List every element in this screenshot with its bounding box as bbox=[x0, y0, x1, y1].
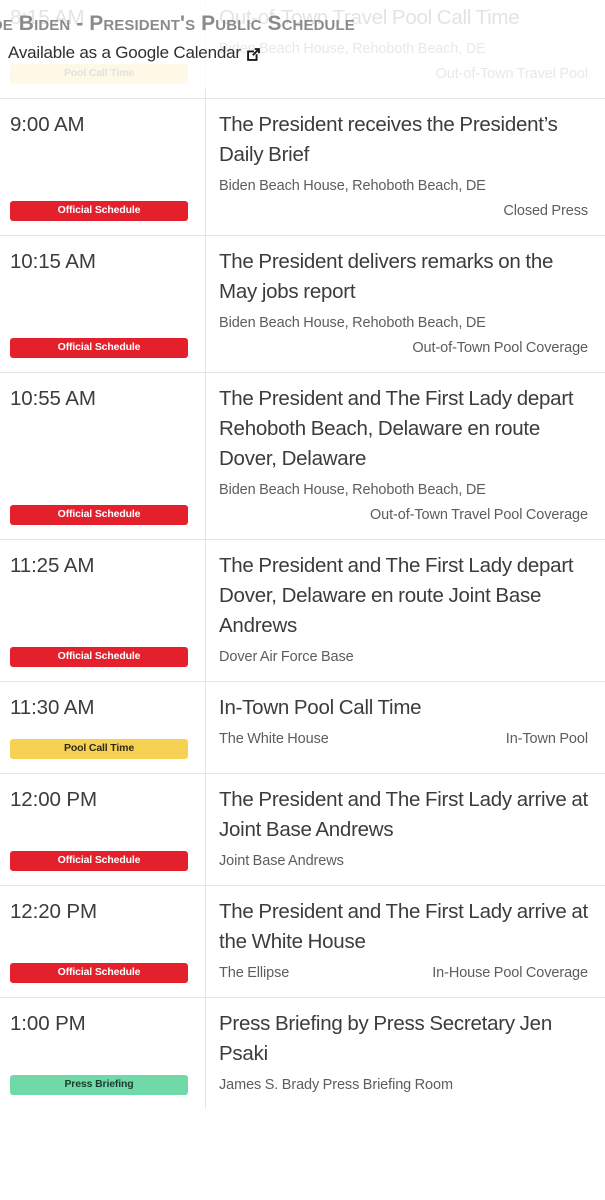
event-press-coverage: In-House Pool Coverage bbox=[432, 965, 588, 981]
event-press-coverage: Out-of-Town Travel Pool Coverage bbox=[369, 507, 588, 523]
schedule-row: 10:55 AM Official Schedule The President a… bbox=[0, 372, 605, 539]
event-category-badge: Official Schedule bbox=[10, 201, 188, 221]
event-time: 1:00 PM bbox=[10, 1012, 86, 1035]
schedule-list: 8:15 AM Pool Call Time Out-of-Town Travel … bbox=[0, 0, 605, 1109]
event-detail-column: The President receives the President’s D… bbox=[206, 99, 605, 235]
event-title: In-Town Pool Call Time bbox=[219, 696, 422, 719]
event-time: 11:30 AM bbox=[10, 696, 95, 719]
event-category-badge: Official Schedule bbox=[10, 963, 188, 983]
event-time: 12:20 PM bbox=[10, 900, 97, 923]
event-badge-wrap: Official Schedule bbox=[10, 505, 195, 525]
event-location: Joint Base Andrews bbox=[219, 853, 344, 869]
event-detail-column: The President and The First Lady depart … bbox=[206, 540, 605, 681]
event-title: Press Briefing by Press Secretary Jen Ps… bbox=[219, 1012, 552, 1065]
event-badge-wrap: Press Briefing bbox=[10, 1075, 195, 1095]
event-category-badge: Pool Call Time bbox=[10, 739, 188, 759]
event-time-column: 10:55 AM Official Schedule bbox=[0, 373, 206, 539]
event-press-coverage: In-Town Pool bbox=[505, 731, 588, 747]
event-detail-column: The President and The First Lady arrive … bbox=[206, 886, 605, 997]
google-calendar-link[interactable]: Available as a Google Calendar bbox=[0, 41, 605, 65]
event-detail-column: In-Town Pool Call Time The White House In-… bbox=[206, 682, 605, 773]
event-time: 10:55 AM bbox=[10, 387, 96, 410]
event-location: Biden Beach House, Rehoboth Beach, DE bbox=[219, 315, 486, 331]
event-time-column: 11:30 AM Pool Call Time bbox=[0, 682, 206, 773]
event-meta-line: The Ellipse In-House Pool Coverage bbox=[219, 962, 588, 984]
event-detail-column: The President and The First Lady arrive … bbox=[206, 774, 605, 885]
event-location: The Ellipse bbox=[219, 965, 290, 981]
event-location: Dover Air Force Base bbox=[219, 649, 354, 665]
event-location: Biden Beach House, Rehoboth Beach, DE bbox=[219, 178, 486, 194]
event-title: The President receives the President’s D… bbox=[219, 113, 558, 166]
event-detail-column: Press Briefing by Press Secretary Jen Ps… bbox=[206, 998, 605, 1109]
schedule-page: 8:15 AM Pool Call Time Out-of-Town Travel … bbox=[0, 0, 605, 1200]
event-category-badge: Press Briefing bbox=[10, 1075, 188, 1095]
event-time: 12:00 PM bbox=[10, 788, 97, 811]
event-badge-wrap: Pool Call Time bbox=[10, 64, 195, 84]
event-press-coverage: Out-of-Town Pool Coverage bbox=[412, 340, 588, 356]
event-meta-line: Biden Beach House, Rehoboth Beach, DE bbox=[219, 312, 588, 334]
schedule-row: 10:15 AM Official Schedule The President d… bbox=[0, 235, 605, 372]
event-meta-line: Biden Beach House, Rehoboth Beach, DE bbox=[219, 479, 588, 501]
event-detail-column: The President delivers remarks on the Ma… bbox=[206, 236, 605, 372]
event-meta-line: The White House In-Town Pool bbox=[219, 728, 588, 750]
event-location: Biden Beach House, Rehoboth Beach, DE bbox=[219, 482, 486, 498]
event-badge-wrap: Official Schedule bbox=[10, 851, 195, 871]
event-location: James S. Brady Press Briefing Room bbox=[219, 1077, 453, 1093]
event-time-column: 9:00 AM Official Schedule bbox=[0, 99, 206, 235]
event-badge-wrap: Official Schedule bbox=[10, 338, 195, 358]
event-time-column: 12:00 PM Official Schedule bbox=[0, 774, 206, 885]
event-press-coverage: Closed Press bbox=[503, 203, 588, 219]
schedule-row: 1:00 PM Press Briefing Press Briefing by P… bbox=[0, 997, 605, 1109]
schedule-row: 11:25 AM Official Schedule The President a… bbox=[0, 539, 605, 681]
event-title: The President and The First Lady depart … bbox=[219, 554, 574, 637]
schedule-row: 9:00 AM Official Schedule The President re… bbox=[0, 98, 605, 235]
schedule-row: 11:30 AM Pool Call Time In-Town Pool Call … bbox=[0, 681, 605, 773]
page-title: oe Biden - President's Public Schedule bbox=[0, 12, 355, 35]
event-title: The President and The First Lady depart … bbox=[219, 387, 574, 470]
event-badge-wrap: Official Schedule bbox=[10, 201, 195, 221]
event-meta-line: Dover Air Force Base bbox=[219, 646, 588, 668]
event-time-column: 10:15 AM Official Schedule bbox=[0, 236, 206, 372]
event-time-column: 1:00 PM Press Briefing bbox=[0, 998, 206, 1109]
event-title: The President and The First Lady arrive … bbox=[219, 788, 588, 841]
event-category-badge: Official Schedule bbox=[10, 338, 188, 358]
event-category-badge: Official Schedule bbox=[10, 851, 188, 871]
event-meta-line: Biden Beach House, Rehoboth Beach, DE bbox=[219, 175, 588, 197]
schedule-row: 12:20 PM Official Schedule The President a… bbox=[0, 885, 605, 997]
event-time: 9:00 AM bbox=[10, 113, 85, 136]
event-category-badge: Official Schedule bbox=[10, 647, 188, 667]
event-time: 11:25 AM bbox=[10, 554, 95, 577]
event-meta-line: Joint Base Andrews bbox=[219, 850, 588, 872]
google-calendar-link-label: Available as a Google Calendar bbox=[8, 43, 241, 62]
event-time: 10:15 AM bbox=[10, 250, 96, 273]
event-category-badge: Pool Call Time bbox=[10, 64, 188, 84]
event-badge-wrap: Official Schedule bbox=[10, 963, 195, 983]
event-time-column: 12:20 PM Official Schedule bbox=[0, 886, 206, 997]
event-category-badge: Official Schedule bbox=[10, 505, 188, 525]
event-badge-wrap: Official Schedule bbox=[10, 647, 195, 667]
event-location: The White House bbox=[219, 731, 329, 747]
external-link-icon bbox=[245, 46, 262, 63]
event-time-column: 11:25 AM Official Schedule bbox=[0, 540, 206, 681]
event-detail-column: The President and The First Lady depart … bbox=[206, 373, 605, 539]
schedule-row: 12:00 PM Official Schedule The President a… bbox=[0, 773, 605, 885]
event-press-coverage: Out-of-Town Travel Pool bbox=[435, 66, 589, 82]
event-meta-line: James S. Brady Press Briefing Room bbox=[219, 1074, 588, 1096]
event-title: The President delivers remarks on the Ma… bbox=[219, 250, 554, 303]
event-title: The President and The First Lady arrive … bbox=[219, 900, 588, 953]
event-badge-wrap: Pool Call Time bbox=[10, 739, 195, 759]
